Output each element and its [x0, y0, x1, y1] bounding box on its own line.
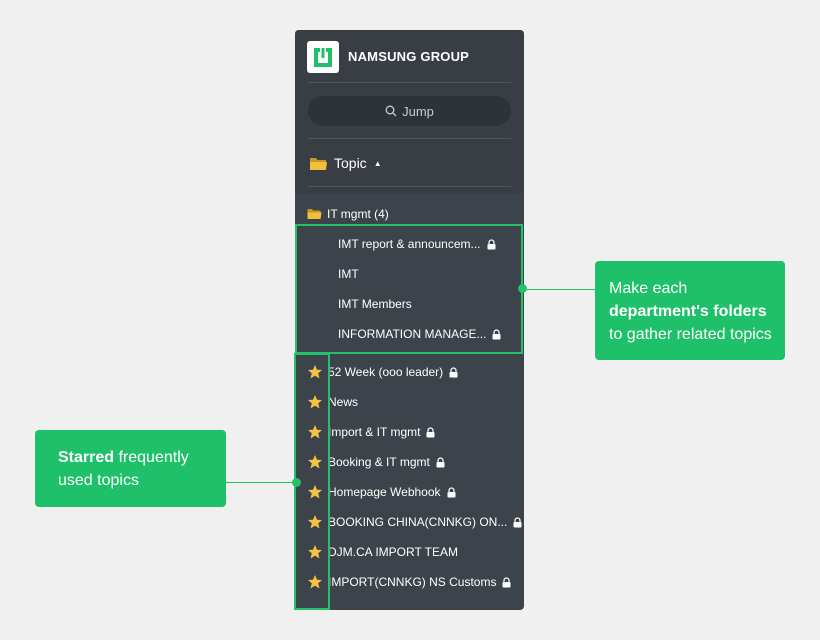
lock-icon: [426, 426, 435, 437]
starred-topic-item[interactable]: BOOKING CHINA(CNNKG) ON...: [307, 513, 523, 531]
connector-line: [527, 289, 595, 290]
caret-up-icon: ▲: [373, 158, 382, 168]
callout-emphasis: Starred: [58, 449, 115, 466]
callout-text: to gather related topics: [609, 326, 772, 343]
starred-topic-label: Homepage Webhook: [328, 485, 441, 499]
connector-line: [226, 482, 292, 483]
divider: [308, 138, 511, 139]
folder-icon: [307, 209, 322, 219]
callout-text: Make each: [609, 280, 688, 297]
topic-section-toggle[interactable]: Topic ▲: [309, 153, 382, 173]
starred-topic-label: Booking & IT mgmt: [328, 455, 430, 469]
callout-text: frequently: [114, 449, 189, 466]
lock-icon: [449, 366, 458, 377]
lock-icon: [447, 486, 456, 497]
connector-dot: [292, 478, 301, 487]
callout-text: used topics: [58, 472, 139, 489]
org-name[interactable]: NAMSUNG GROUP: [348, 49, 469, 64]
callout-emphasis: department's folders: [609, 303, 767, 320]
folder-it-mgmt[interactable]: IT mgmt (4): [307, 206, 389, 222]
connector-dot: [518, 284, 527, 293]
starred-topic-label: 52 Week (ooo leader): [328, 365, 444, 379]
lock-icon: [513, 516, 522, 527]
sidebar-header: NAMSUNG GROUP Jump Topic ▲: [295, 30, 524, 193]
starred-topic-item[interactable]: IMPORT(CNNKG) NS Customs: [307, 573, 512, 591]
callout-starred: Starred frequently used topics: [35, 430, 226, 507]
jump-label: Jump: [402, 103, 434, 119]
folder-highlight-box: [295, 224, 523, 354]
folder-label: IT mgmt (4): [327, 207, 389, 221]
topic-header-label: Topic: [334, 155, 367, 171]
lock-icon: [502, 576, 511, 587]
lock-icon: [436, 456, 445, 467]
starred-topic-label: DJM.CA IMPORT TEAM: [328, 545, 459, 559]
starred-topic-label: BOOKING CHINA(CNNKG) ON...: [328, 515, 508, 529]
starred-topic-label: Import & IT mgmt: [328, 425, 421, 439]
callout-folders: Make each department's folders to gather…: [595, 261, 785, 360]
jandi-logo-icon[interactable]: [307, 41, 339, 73]
starred-topic-label: News: [328, 395, 359, 409]
starred-topic-label: IMPORT(CNNKG) NS Customs: [328, 575, 497, 589]
jump-button[interactable]: Jump: [308, 96, 511, 126]
divider: [308, 82, 511, 83]
search-icon: [385, 105, 397, 117]
divider: [308, 186, 511, 187]
folder-icon: [310, 157, 327, 170]
